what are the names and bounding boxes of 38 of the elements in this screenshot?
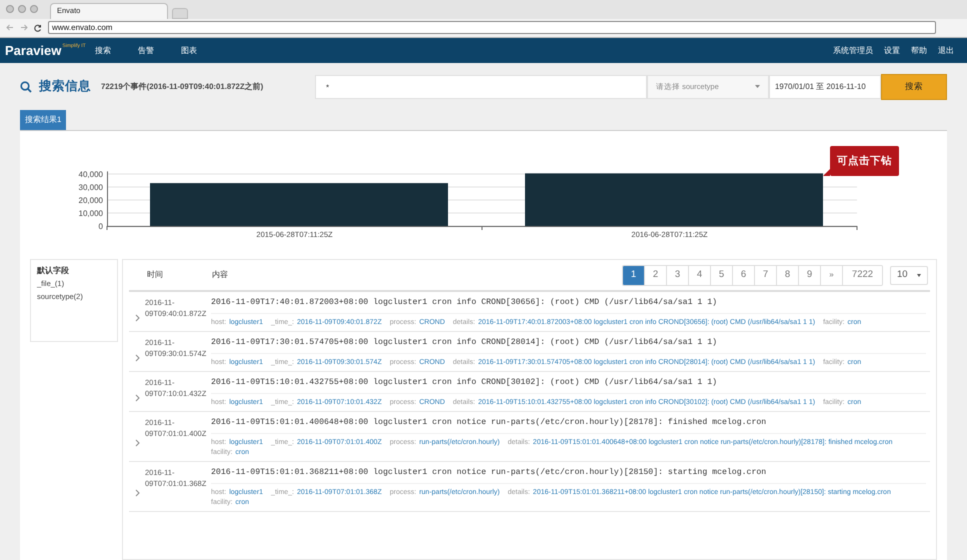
event-message: 2016-11-09T15:10:01.432755+08:00 logcluster1 cron info CROND[30102]: (root) CMD (/usr/lib64/sa/sa1 1 1) [211,377,926,394]
page-title: 搜索信息 [39,78,91,96]
nav-link[interactable]: 系统管理员 [833,44,873,56]
search-input[interactable]: * [315,74,647,98]
logo[interactable]: Paraview [5,43,62,58]
nav-link[interactable]: 退出 [938,44,954,56]
chevron-right-icon[interactable] [135,314,140,322]
nav-link[interactable]: 设置 [884,44,900,56]
y-tick-label: 20,000 [78,196,103,205]
page-size-select[interactable]: 10 [890,266,928,284]
reload-icon[interactable] [34,24,42,32]
event-message: 2016-11-09T17:40:01.872003+08:00 logcluster1 cron info CROND[30656]: (root) CMD (/usr/lib64/sa/sa1 1 1) [211,297,926,314]
forward-arrow-icon[interactable] [20,24,28,32]
nav-link[interactable]: 搜索 [95,44,111,56]
event-message: 2016-11-09T17:30:01.574705+08:00 logcluster1 cron info CROND[28014]: (root) CMD (/usr/lib64/sa/sa1 1 1) [211,337,926,354]
address-bar[interactable]: www.envato.com [48,21,936,34]
nav-link[interactable]: 告警 [138,44,154,56]
nav-link[interactable]: 帮助 [911,44,927,56]
back-arrow-icon[interactable] [6,24,14,32]
caret-down-icon [755,85,760,88]
chevron-right-icon[interactable] [135,354,140,362]
new-tab-button[interactable] [172,8,188,18]
y-axis [107,170,108,226]
y-tick-label: 10,000 [78,209,103,218]
chevron-right-icon[interactable] [135,438,140,446]
nav-link[interactable]: 图表 [181,44,197,56]
page-button[interactable]: 1 [623,266,645,284]
caret-down-icon [917,274,921,276]
y-tick-label: 40,000 [78,170,103,179]
chevron-right-icon[interactable] [135,488,140,496]
event-message: 2016-11-09T15:01:01.400648+08:00 logcluster1 cron notice run-parts(/etc/cron.hourly)[28178]: finished mcelog.cron [211,417,926,434]
event-message: 2016-11-09T15:01:01.368211+08:00 logcluster1 cron notice run-parts(/etc/cron.hourly)[28150]: starting mcelog.cron [211,467,926,484]
y-tick-label: 0 [98,222,103,231]
chevron-right-icon[interactable] [135,394,140,402]
search-button[interactable]: 搜索 [881,74,947,100]
y-tick-label: 30,000 [78,183,103,192]
drilldown-tooltip: 可点击下钻 [830,146,899,176]
search-icon [20,80,32,92]
